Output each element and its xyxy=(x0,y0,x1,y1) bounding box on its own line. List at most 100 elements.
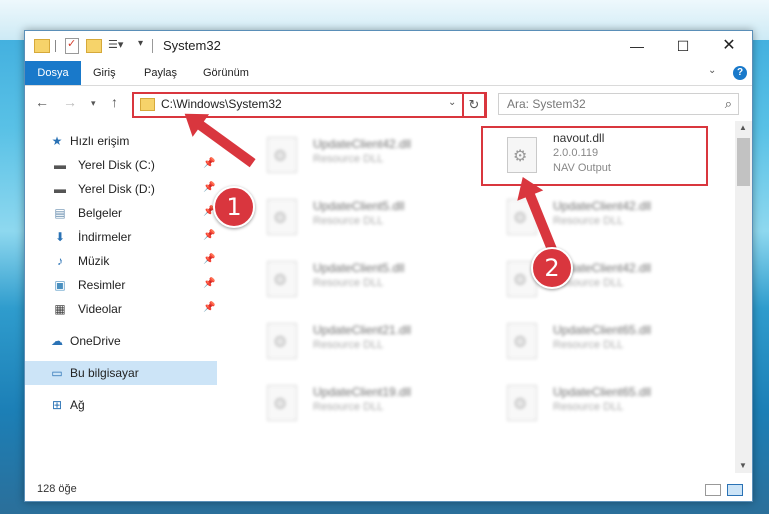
file-name: UpdateClient21.dll xyxy=(313,323,412,337)
search-placeholder: Ara: System32 xyxy=(507,97,586,111)
sidebar-item-label: OneDrive xyxy=(70,334,121,348)
status-bar: 128 öğe xyxy=(25,477,752,501)
sidebar-item-this-pc[interactable]: ▭ Bu bilgisayar xyxy=(25,361,217,385)
properties-icon[interactable] xyxy=(65,37,79,54)
folder-icon xyxy=(34,39,50,53)
sidebar-item-videos[interactable]: ▦ Videolar 📌 xyxy=(25,297,217,321)
dll-file-icon xyxy=(267,323,297,359)
tab-file[interactable]: Dosya xyxy=(25,61,81,85)
scroll-up-icon[interactable]: ▲ xyxy=(739,123,747,132)
dll-file-icon xyxy=(267,199,297,235)
search-icon[interactable]: ⌕ xyxy=(725,96,732,112)
close-button[interactable]: ✕ xyxy=(706,31,752,61)
file-item[interactable]: UpdateClient65.dll Resource DLL xyxy=(477,315,707,367)
pictures-icon: ▣ xyxy=(54,278,66,292)
file-item[interactable]: UpdateClient21.dll Resource DLL xyxy=(237,315,467,367)
search-input[interactable]: Ara: System32 ⌕ xyxy=(498,93,739,115)
download-icon: ⬇ xyxy=(54,230,66,244)
file-name: UpdateClient42.dll xyxy=(553,199,652,213)
computer-icon: ▭ xyxy=(51,366,63,380)
file-item[interactable]: UpdateClient42.dllResource DLL xyxy=(477,253,707,305)
tab-share[interactable]: Paylaş xyxy=(132,61,189,85)
new-folder-icon[interactable] xyxy=(86,39,102,53)
sidebar-item-label: İndirmeler xyxy=(78,230,132,244)
sidebar-item-local-disk-c[interactable]: ▬ Yerel Disk (C:) 📌 xyxy=(25,153,217,177)
file-description: Resource DLL xyxy=(313,215,384,227)
refresh-button[interactable]: ↻ xyxy=(462,92,486,118)
toolbar-separator xyxy=(55,40,56,52)
pin-icon[interactable]: 📌 xyxy=(203,230,215,241)
sidebar-item-label: Hızlı erişim xyxy=(70,134,130,148)
sidebar-item-network[interactable]: ⊞ Ağ xyxy=(25,393,217,417)
ribbon-tabs: Dosya Giriş Paylaş Görünüm ⌄ ? xyxy=(25,61,752,86)
pin-icon[interactable]: 📌 xyxy=(203,302,215,313)
minimize-button[interactable]: — xyxy=(614,31,660,61)
scroll-thumb[interactable] xyxy=(737,138,750,186)
maximize-button[interactable]: ☐ xyxy=(660,31,706,61)
item-count: 128 öğe xyxy=(37,483,77,495)
drive-icon: ▬ xyxy=(54,182,66,196)
title-separator xyxy=(152,39,153,53)
tab-view[interactable]: Görünüm xyxy=(191,61,261,85)
video-icon: ▦ xyxy=(54,302,66,316)
back-arrow-icon[interactable]: ← xyxy=(35,94,49,110)
file-name: UpdateClient5.dll xyxy=(313,261,405,275)
dll-file-icon xyxy=(507,323,537,359)
callout-2: 2 xyxy=(531,247,573,289)
address-text[interactable]: C:\Windows\System32 xyxy=(161,97,282,111)
file-item[interactable]: UpdateClient42.dllResource DLL xyxy=(237,129,467,181)
file-highlight-box xyxy=(481,126,708,186)
sidebar-item-downloads[interactable]: ⬇ İndirmeler 📌 xyxy=(25,225,217,249)
forward-arrow-icon[interactable]: → xyxy=(63,94,77,110)
sidebar-item-local-disk-d[interactable]: ▬ Yerel Disk (D:) 📌 xyxy=(25,177,217,201)
help-icon[interactable]: ? xyxy=(733,66,747,80)
sidebar-item-music[interactable]: ♪ Müzik 📌 xyxy=(25,249,217,273)
tiles-view-icon[interactable] xyxy=(727,484,743,496)
sidebar-item-label: Yerel Disk (D:) xyxy=(78,182,155,196)
file-description: Resource DLL xyxy=(313,401,384,413)
file-description: Resource DLL xyxy=(313,339,384,351)
dll-file-icon xyxy=(267,385,297,421)
documents-icon: ▤ xyxy=(54,206,66,220)
sidebar-item-pictures[interactable]: ▣ Resimler 📌 xyxy=(25,273,217,297)
view-options-icon[interactable]: ☰▾ xyxy=(108,38,123,54)
pin-icon[interactable]: 📌 xyxy=(203,158,215,169)
recent-locations-icon[interactable]: ▾ xyxy=(91,98,96,109)
scroll-down-icon[interactable]: ▼ xyxy=(739,461,747,470)
up-arrow-icon[interactable]: ↑ xyxy=(111,94,118,110)
callout-1: 1 xyxy=(213,186,255,228)
navigation-pane: ★ Hızlı erişim ▬ Yerel Disk (C:) 📌 ▬ Yer… xyxy=(25,121,217,473)
sidebar-item-documents[interactable]: ▤ Belgeler 📌 xyxy=(25,201,217,225)
file-name: UpdateClient5.dll xyxy=(313,199,405,213)
file-name: UpdateClient65.dll xyxy=(553,323,652,337)
file-item[interactable]: UpdateClient19.dll Resource DLL xyxy=(237,377,467,429)
vertical-scrollbar[interactable]: ▲ ▼ xyxy=(735,121,752,473)
file-item[interactable]: UpdateClient42.dllResource DLL xyxy=(477,191,707,243)
details-view-icon[interactable] xyxy=(705,484,721,496)
sidebar-item-label: Resimler xyxy=(78,278,126,292)
dll-file-icon xyxy=(507,385,537,421)
folder-icon xyxy=(140,98,155,111)
tab-home[interactable]: Giriş xyxy=(81,61,128,85)
file-description: Resource DLL xyxy=(553,401,624,413)
file-item[interactable]: UpdateClient65.dll Resource DLL xyxy=(477,377,707,429)
pin-icon[interactable]: 📌 xyxy=(203,278,215,289)
dll-file-icon xyxy=(267,137,297,173)
file-item[interactable]: UpdateClient5.dll Resource DLL xyxy=(237,253,467,305)
sidebar-item-onedrive[interactable]: ☁ OneDrive xyxy=(25,329,217,353)
file-item[interactable]: UpdateClient5.dll Resource DLL xyxy=(237,191,467,243)
file-description: Resource DLL xyxy=(313,277,384,289)
sidebar-item-label: Videolar xyxy=(78,302,122,316)
sidebar-item-label: Belgeler xyxy=(78,206,123,220)
file-description: Resource DLL xyxy=(553,339,624,351)
network-icon: ⊞ xyxy=(51,398,63,412)
file-description: Resource DLL xyxy=(313,153,384,165)
quick-access-dropdown-icon[interactable]: ▾ xyxy=(138,38,143,54)
pin-icon[interactable]: 📌 xyxy=(203,254,215,265)
pin-icon[interactable]: 📌 xyxy=(203,182,215,193)
sidebar-item-label: Bu bilgisayar xyxy=(70,366,139,380)
star-icon: ★ xyxy=(51,134,63,148)
file-name: UpdateClient19.dll xyxy=(313,385,412,399)
chevron-down-icon[interactable]: ⌄ xyxy=(448,97,456,108)
ribbon-expand-icon[interactable]: ⌄ xyxy=(708,65,716,76)
